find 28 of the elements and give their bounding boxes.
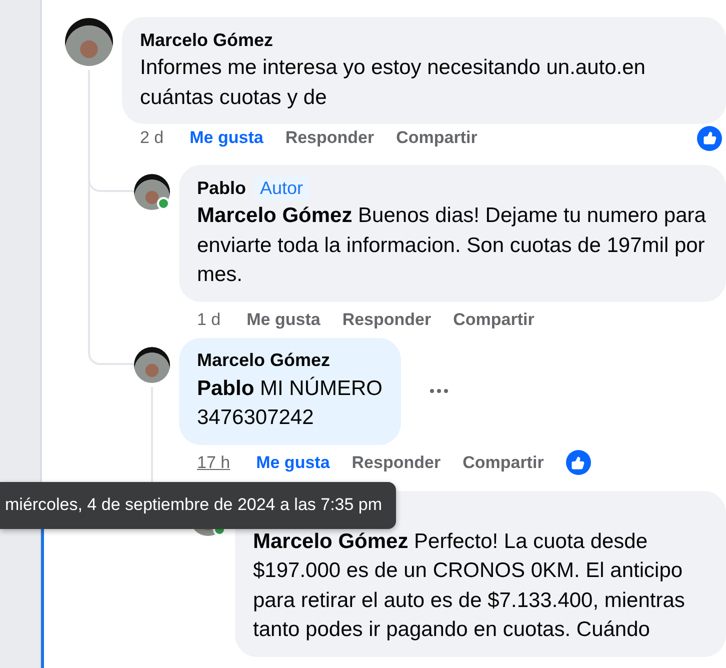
author-name[interactable]: Marcelo Gómez xyxy=(197,350,330,371)
comment-text: Marcelo Gómez Buenos dias! Dejame tu numero para enviarte toda la informacion. Son cuotas de 197mil por mes. xyxy=(197,203,707,288)
like-link[interactable]: Me gusta xyxy=(190,128,264,148)
comment-time-link[interactable]: 1 d xyxy=(197,310,221,330)
reply-link[interactable]: Responder xyxy=(342,310,432,330)
avatar[interactable] xyxy=(134,174,170,210)
share-link[interactable]: Compartir xyxy=(396,128,478,148)
reply-link[interactable]: Responder xyxy=(352,452,441,472)
author-name[interactable]: Pablo xyxy=(197,178,246,198)
comment-time-link[interactable]: 2 d xyxy=(140,128,164,148)
like-reaction-icon[interactable] xyxy=(697,126,722,150)
like-link[interactable]: Me gusta xyxy=(256,452,330,472)
thread-connector xyxy=(88,338,134,364)
comment-time-link[interactable]: 17 h xyxy=(197,452,230,472)
date-tooltip: miércoles, 4 de septiembre de 2024 a las 7:35 pm xyxy=(0,482,396,529)
comment-text: Informes me interesa yo estoy necesitando un.auto.en cuántas cuotas y de xyxy=(140,55,646,110)
avatar[interactable] xyxy=(65,18,113,66)
share-link[interactable]: Compartir xyxy=(453,310,534,330)
avatar[interactable] xyxy=(134,346,170,382)
comment-text: Pablo MI NÚMERO 3476307242 xyxy=(197,376,383,431)
reply-link[interactable]: Responder xyxy=(285,128,374,148)
share-link[interactable]: Compartir xyxy=(462,452,544,472)
author-name[interactable]: Marcelo Gómez xyxy=(140,30,274,50)
author-badge: Autor xyxy=(254,176,310,200)
like-reaction-icon[interactable] xyxy=(566,450,591,475)
like-link[interactable]: Me gusta xyxy=(246,310,320,330)
comment-text: Marcelo Gómez Perfecto! La cuota desde $197.000 es de un CRONOS 0KM. El anticipo para retirar el auto es de $7.133.400, mientras tanto podes ir pagando en cuotas. Cuándo xyxy=(253,528,686,643)
more-options-icon[interactable] xyxy=(428,388,449,394)
